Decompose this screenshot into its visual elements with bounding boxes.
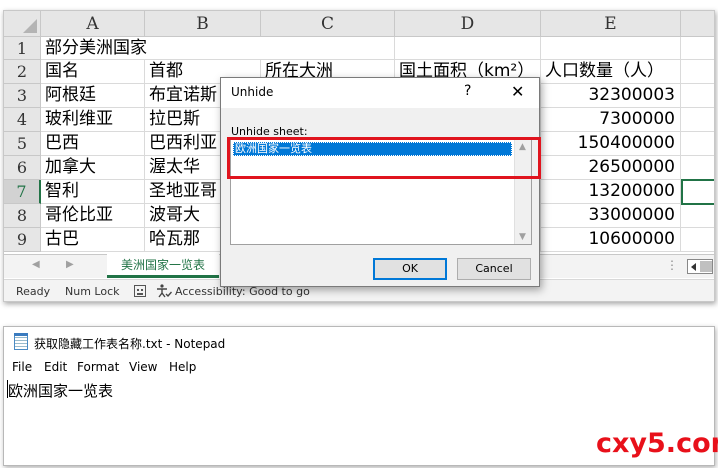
ok-button[interactable]: OK bbox=[373, 258, 447, 280]
cell-a6[interactable]: 加拿大 bbox=[41, 156, 145, 180]
select-all-button[interactable] bbox=[4, 11, 41, 37]
hidden-sheet-list[interactable]: 欧洲国家一览表 ▲ ▼ bbox=[230, 139, 532, 245]
scroll-tabs-right-icon[interactable]: ▶ bbox=[66, 259, 74, 270]
column-header-e[interactable]: E bbox=[541, 11, 681, 37]
row-header-7[interactable]: 7 bbox=[4, 180, 41, 204]
row-header-6[interactable]: 6 bbox=[4, 156, 41, 180]
column-header-d[interactable]: D bbox=[395, 11, 541, 37]
active-cell-f7[interactable] bbox=[681, 179, 714, 205]
macro-recording-icon[interactable] bbox=[134, 285, 146, 297]
cell-e4[interactable]: 7300000 bbox=[541, 108, 681, 132]
cell-a5[interactable]: 巴西 bbox=[41, 132, 145, 156]
horizontal-scrollbar[interactable] bbox=[687, 259, 713, 274]
dialog-titlebar[interactable]: Unhide ? ✕ bbox=[221, 78, 539, 108]
notepad-title: 获取隐藏工作表名称.txt - Notepad bbox=[34, 337, 226, 351]
column-header-b[interactable]: B bbox=[145, 11, 261, 37]
help-icon[interactable]: ? bbox=[464, 83, 471, 99]
cell-e1[interactable] bbox=[541, 37, 681, 60]
notepad-titlebar[interactable]: 获取隐藏工作表名称.txt - Notepad bbox=[4, 327, 714, 357]
cell-e7[interactable]: 13200000 bbox=[541, 180, 681, 204]
cell-f6[interactable] bbox=[681, 156, 714, 180]
notepad-icon bbox=[14, 333, 28, 350]
cell-e5[interactable]: 150400000 bbox=[541, 132, 681, 156]
scroll-left-arrow-icon[interactable] bbox=[691, 263, 696, 271]
sheet-tab-americas[interactable]: 美洲国家一览表 bbox=[107, 254, 220, 278]
column-header-c[interactable]: C bbox=[261, 11, 395, 37]
notepad-content-text: 欧洲国家一览表 bbox=[8, 382, 114, 400]
accessibility-icon[interactable] bbox=[156, 284, 172, 298]
menu-view[interactable]: View bbox=[129, 360, 157, 374]
row-header-9[interactable]: 9 bbox=[4, 228, 41, 252]
row-header-4[interactable]: 4 bbox=[4, 108, 41, 132]
cell-a3[interactable]: 阿根廷 bbox=[41, 84, 145, 108]
notepad-menubar: File Edit Format View Help bbox=[4, 357, 714, 377]
row-header-3[interactable]: 3 bbox=[4, 84, 41, 108]
cell-f3[interactable] bbox=[681, 84, 714, 108]
cell-e8[interactable]: 33000000 bbox=[541, 204, 681, 228]
cell-f4[interactable] bbox=[681, 108, 714, 132]
cell-e9[interactable]: 10600000 bbox=[541, 228, 681, 252]
column-header-f[interactable] bbox=[681, 11, 714, 37]
dialog-title: Unhide bbox=[231, 85, 274, 99]
cell-f5[interactable] bbox=[681, 132, 714, 156]
watermark-logo: cxy5.com bbox=[596, 428, 718, 459]
cell-a4[interactable]: 玻利维亚 bbox=[41, 108, 145, 132]
cell-a1[interactable]: 部分美洲国家 bbox=[41, 37, 261, 60]
cell-a2[interactable]: 国名 bbox=[41, 60, 145, 84]
cell-e2[interactable]: 人口数量（人） bbox=[541, 60, 681, 84]
list-item-europe-sheet[interactable]: 欧洲国家一览表 bbox=[233, 142, 512, 156]
menu-edit[interactable]: Edit bbox=[44, 360, 67, 374]
cell-c1[interactable] bbox=[261, 37, 395, 60]
cell-a7[interactable]: 智利 bbox=[41, 180, 145, 204]
cell-e6[interactable]: 26500000 bbox=[541, 156, 681, 180]
menu-file[interactable]: File bbox=[12, 360, 32, 374]
menu-help[interactable]: Help bbox=[169, 360, 196, 374]
unhide-sheet-label: Unhide sheet: bbox=[231, 125, 308, 138]
row-header-1[interactable]: 1 bbox=[4, 37, 41, 60]
status-numlock: Num Lock bbox=[65, 285, 120, 298]
close-icon[interactable]: ✕ bbox=[511, 82, 524, 101]
excel-window: A B C D E 1 部分美洲国家 2 国名 首都 所在大洲 国土面积（km²… bbox=[3, 10, 715, 302]
menu-format[interactable]: Format bbox=[77, 360, 119, 374]
scroll-tabs-left-icon[interactable]: ◀ bbox=[32, 259, 40, 270]
cell-d1[interactable] bbox=[395, 37, 541, 60]
list-vertical-scrollbar[interactable]: ▲ ▼ bbox=[514, 140, 531, 244]
scroll-thumb[interactable] bbox=[700, 261, 712, 272]
scroll-down-icon[interactable]: ▼ bbox=[519, 232, 526, 242]
cell-a8[interactable]: 哥伦比亚 bbox=[41, 204, 145, 228]
unhide-dialog: Unhide ? ✕ Unhide sheet: 欧洲国家一览表 ▲ ▼ OK … bbox=[220, 77, 541, 287]
row-header-2[interactable]: 2 bbox=[4, 60, 41, 84]
scroll-up-icon[interactable]: ▲ bbox=[519, 142, 526, 152]
cell-f9[interactable] bbox=[681, 228, 714, 252]
cell-e3[interactable]: 32300003 bbox=[541, 84, 681, 108]
cell-f1[interactable] bbox=[681, 37, 714, 60]
cell-a9[interactable]: 古巴 bbox=[41, 228, 145, 252]
column-header-a[interactable]: A bbox=[41, 11, 145, 37]
cell-f2[interactable] bbox=[681, 60, 714, 84]
cancel-button[interactable]: Cancel bbox=[457, 258, 531, 280]
status-ready: Ready bbox=[16, 285, 51, 298]
cell-f8[interactable] bbox=[681, 204, 714, 228]
tab-splitter-icon[interactable]: ⋮ bbox=[666, 258, 678, 272]
row-header-8[interactable]: 8 bbox=[4, 204, 41, 228]
row-header-5[interactable]: 5 bbox=[4, 132, 41, 156]
